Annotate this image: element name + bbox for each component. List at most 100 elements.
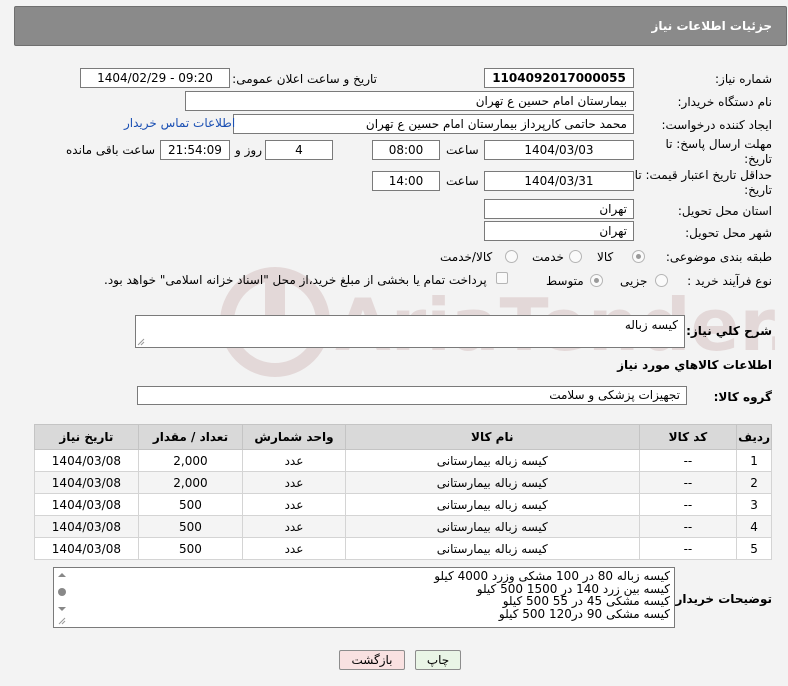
cell-name: کیسه زباله بیمارستانی bbox=[344, 449, 640, 472]
back-button[interactable]: بازگشت bbox=[339, 650, 405, 670]
process-option-medium: متوسط bbox=[546, 274, 584, 288]
remaining-label: ساعت باقی مانده bbox=[66, 143, 156, 157]
cell-date: 1404/03/08 bbox=[34, 537, 139, 560]
page-title: جزئیات اطلاعات نیاز bbox=[651, 19, 772, 33]
cell-code: -- bbox=[638, 449, 738, 472]
goods-group-label: گروه کالا: bbox=[713, 390, 772, 404]
col-name: نام کالا bbox=[344, 424, 640, 450]
resize-grip-icon[interactable] bbox=[137, 338, 145, 346]
summary-label: شرح کلي نياز: bbox=[686, 324, 772, 338]
cell-row: 5 bbox=[736, 537, 772, 560]
cell-qty: 2,000 bbox=[137, 471, 244, 494]
notes-line: کیسه مشکی 45 در 55 500 کیلو bbox=[502, 594, 670, 608]
cell-unit: عدد bbox=[242, 537, 346, 560]
col-code: کد کالا bbox=[638, 424, 738, 450]
validity-time-label: ساعت bbox=[446, 174, 479, 188]
contact-info-link[interactable]: اطلاعات تماس خریدار bbox=[124, 116, 235, 130]
cell-code: -- bbox=[638, 493, 738, 516]
cell-row: 1 bbox=[736, 449, 772, 472]
province-field: تهران bbox=[484, 199, 634, 219]
cell-name: کیسه زباله بیمارستانی bbox=[344, 471, 640, 494]
payment-note: پرداخت تمام یا بخشی از مبلغ خرید،از محل … bbox=[104, 273, 487, 287]
cell-name: کیسه زباله بیمارستانی bbox=[344, 493, 640, 516]
table-row: 5 -- کیسه زباله بیمارستانی عدد 500 1404/… bbox=[34, 537, 772, 560]
remaining-time-field: 21:54:09 bbox=[160, 140, 230, 160]
deadline-time-label: ساعت bbox=[446, 143, 479, 157]
category-option-both: کالا/خدمت bbox=[440, 250, 493, 264]
cell-row: 4 bbox=[736, 515, 772, 538]
summary-textarea[interactable]: کیسه زباله bbox=[135, 315, 685, 348]
city-label: شهر محل تحویل: bbox=[685, 226, 772, 240]
treasury-checkbox[interactable] bbox=[496, 272, 508, 284]
cell-date: 1404/03/08 bbox=[34, 515, 139, 538]
category-radio-goods[interactable] bbox=[632, 250, 645, 263]
notes-line: کیسه زباله 80 در 100 مشکی وزرد 4000 کیلو bbox=[434, 569, 670, 583]
cell-row: 3 bbox=[736, 493, 772, 516]
category-radio-both[interactable] bbox=[505, 250, 518, 263]
notes-label: توضیحات خریدار: bbox=[670, 592, 772, 606]
cell-date: 1404/03/08 bbox=[34, 493, 139, 516]
print-button[interactable]: چاپ bbox=[415, 650, 461, 670]
validity-label: حداقل تاریخ اعتبار قیمت: تا تاریخ: bbox=[634, 168, 772, 197]
announce-field: 1404/02/29 - 09:20 bbox=[80, 68, 230, 88]
city-field: تهران bbox=[484, 221, 634, 241]
cell-qty: 2,000 bbox=[137, 449, 244, 472]
cell-qty: 500 bbox=[137, 537, 244, 560]
category-label: طبقه بندی موضوعی: bbox=[665, 250, 772, 264]
cell-unit: عدد bbox=[242, 471, 346, 494]
notes-scrollbar[interactable] bbox=[56, 570, 68, 626]
cell-name: کیسه زباله بیمارستانی bbox=[344, 537, 640, 560]
deadline-date-field: 1404/03/03 bbox=[484, 140, 634, 160]
category-option-service: خدمت bbox=[532, 250, 564, 264]
resize-grip-icon bbox=[58, 617, 66, 625]
goods-info-heading: اطلاعات کالاهاي مورد نياز bbox=[617, 358, 772, 372]
col-row: ردیف bbox=[736, 424, 772, 450]
notes-textarea[interactable]: کیسه زباله 80 در 100 مشکی وزرد 4000 کیلو… bbox=[53, 567, 675, 628]
process-radio-medium[interactable] bbox=[590, 274, 603, 287]
requester-field: محمد حاتمی کارپرداز بیمارستان امام حسین … bbox=[233, 114, 634, 134]
scroll-thumb-icon bbox=[58, 588, 66, 596]
notes-line: کیسه مشکی 90 در120 500 کیلو bbox=[498, 606, 670, 621]
goods-group-field: تجهیزات پزشکی و سلامت bbox=[137, 386, 687, 405]
cell-unit: عدد bbox=[242, 515, 346, 538]
cell-date: 1404/03/08 bbox=[34, 471, 139, 494]
announce-label: تاریخ و ساعت اعلان عمومی: bbox=[232, 72, 377, 86]
cell-code: -- bbox=[638, 515, 738, 538]
cell-code: -- bbox=[638, 537, 738, 560]
days-label: روز و bbox=[235, 143, 262, 157]
buyer-org-field: بیمارستان امام حسین ع تهران bbox=[185, 91, 634, 111]
buyer-org-label: نام دستگاه خریدار: bbox=[677, 95, 773, 109]
items-table: ردیف کد کالا نام کالا واحد شمارش تعداد /… bbox=[34, 424, 772, 560]
deadline-time-field: 08:00 bbox=[372, 140, 440, 160]
table-row: 1 -- کیسه زباله بیمارستانی عدد 2,000 140… bbox=[34, 449, 772, 472]
cell-qty: 500 bbox=[137, 493, 244, 516]
table-row: 2 -- کیسه زباله بیمارستانی عدد 2,000 140… bbox=[34, 471, 772, 494]
cell-row: 2 bbox=[736, 471, 772, 494]
process-radio-minor[interactable] bbox=[655, 274, 668, 287]
col-unit: واحد شمارش bbox=[242, 424, 346, 450]
cell-qty: 500 bbox=[137, 515, 244, 538]
col-qty: تعداد / مقدار bbox=[137, 424, 244, 450]
category-option-goods: کالا bbox=[597, 250, 614, 264]
validity-time-field: 14:00 bbox=[372, 171, 440, 191]
table-row: 3 -- کیسه زباله بیمارستانی عدد 500 1404/… bbox=[34, 493, 772, 516]
col-date: تاریخ نیاز bbox=[34, 424, 139, 450]
category-radio-service[interactable] bbox=[569, 250, 582, 263]
scroll-down-icon bbox=[58, 607, 66, 611]
cell-date: 1404/03/08 bbox=[34, 449, 139, 472]
process-label: نوع فرآیند خرید : bbox=[687, 274, 772, 288]
table-row: 4 -- کیسه زباله بیمارستانی عدد 500 1404/… bbox=[34, 515, 772, 538]
cell-unit: عدد bbox=[242, 449, 346, 472]
process-option-minor: جزیی bbox=[620, 274, 648, 288]
need-number-label: شماره نیاز: bbox=[715, 72, 772, 86]
validity-date-field: 1404/03/31 bbox=[484, 171, 634, 191]
cell-name: کیسه زباله بیمارستانی bbox=[344, 515, 640, 538]
cell-unit: عدد bbox=[242, 493, 346, 516]
need-number-field: 1104092017000055 bbox=[484, 68, 634, 88]
header-bar: جزئیات اطلاعات نیاز bbox=[14, 6, 787, 46]
province-label: استان محل تحویل: bbox=[677, 204, 772, 218]
requester-label: ایجاد کننده درخواست: bbox=[661, 118, 772, 132]
days-field: 4 bbox=[265, 140, 333, 160]
cell-code: -- bbox=[638, 471, 738, 494]
deadline-label: مهلت ارسال پاسخ: تا تاریخ: bbox=[665, 137, 772, 166]
